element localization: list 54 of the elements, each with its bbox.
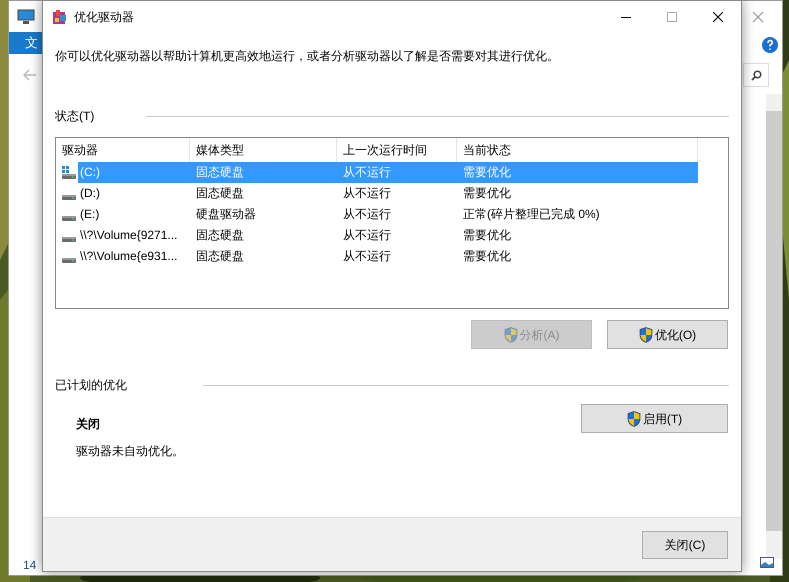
table-cell-text: 固态硬盘 xyxy=(195,248,245,265)
search-field[interactable] xyxy=(743,63,769,87)
table-cell: 需要优化 xyxy=(457,162,698,183)
enable-button[interactable]: 启用(T) xyxy=(581,404,728,433)
table-cell-text: 需要优化 xyxy=(462,227,512,244)
table-cell-text: 需要优化 xyxy=(462,185,512,202)
table-cell-text: 从不运行 xyxy=(342,227,392,244)
close-dialog-button[interactable]: 关闭(C) xyxy=(642,530,728,558)
table-cell: 从不运行 xyxy=(337,162,457,183)
computer-icon xyxy=(17,9,35,25)
help-icon[interactable] xyxy=(762,37,778,53)
table-cell-text: 硬盘驱动器 xyxy=(195,206,257,223)
drive-icon xyxy=(61,258,77,264)
close-icon xyxy=(713,12,723,22)
item-count: 14 xyxy=(23,557,36,574)
thumbnail-view-icon[interactable] xyxy=(760,557,774,568)
table-cell-text: 需要优化 xyxy=(462,248,512,265)
back-arrow-icon[interactable] xyxy=(23,69,37,81)
search-icon xyxy=(750,70,762,80)
shield-icon xyxy=(504,326,518,342)
description-text: 你可以优化驱动器以帮助计算机更高效地运行，或者分析驱动器以了解是否需要对其进行优化。 xyxy=(55,48,560,65)
shield-icon xyxy=(638,326,653,342)
section-heading: 已计划的优化 xyxy=(55,377,127,394)
system-drive-icon xyxy=(61,166,77,180)
table-cell-text: (D:) xyxy=(79,185,101,202)
app-icon xyxy=(52,9,68,25)
table-cell-text: 固态硬盘 xyxy=(195,227,245,244)
drive-icon xyxy=(61,236,77,242)
minimize-icon xyxy=(621,16,631,18)
table-cell: (C:) xyxy=(78,162,190,183)
drive-row[interactable]: (D:) 固态硬盘 从不运行 需要优化 xyxy=(56,183,728,204)
table-cell-text: 从不运行 xyxy=(342,185,392,202)
drive-row[interactable]: \\?\Volume{e931... 固态硬盘 从不运行 需要优化 xyxy=(56,246,728,267)
action-button[interactable]: 优化(O) xyxy=(607,320,728,349)
table-cell-text: 固态硬盘 xyxy=(195,185,245,202)
drive-row[interactable]: (E:) 硬盘驱动器 从不运行 正常(碎片整理已完成 0%) xyxy=(56,204,728,225)
shield-icon xyxy=(626,410,641,426)
drive-row[interactable]: \\?\Volume{9271... 固态硬盘 从不运行 需要优化 xyxy=(56,225,728,246)
schedule-note: 驱动器未自动优化。 xyxy=(76,443,184,460)
close-icon[interactable] xyxy=(752,11,764,23)
drive-icon xyxy=(61,194,77,200)
table-cell: 固态硬盘 xyxy=(190,162,337,183)
table-cell-text: \\?\Volume{9271... xyxy=(79,227,178,244)
table-cell-text: 从不运行 xyxy=(342,248,392,265)
table-cell-text: 从不运行 xyxy=(342,206,392,223)
schedule-state: 关闭 xyxy=(76,416,101,433)
window-title: 优化驱动器 xyxy=(74,9,134,26)
maximize-icon xyxy=(667,12,677,22)
drive-icon xyxy=(61,216,77,222)
table-cell-text: \\?\Volume{e931... xyxy=(79,248,178,265)
table-cell-text: (E:) xyxy=(79,206,100,223)
section-heading: 状态(T) xyxy=(55,108,94,125)
table-cell-text: 正常(碎片整理已完成 0%) xyxy=(462,206,601,223)
scrollbar[interactable] xyxy=(766,94,782,559)
